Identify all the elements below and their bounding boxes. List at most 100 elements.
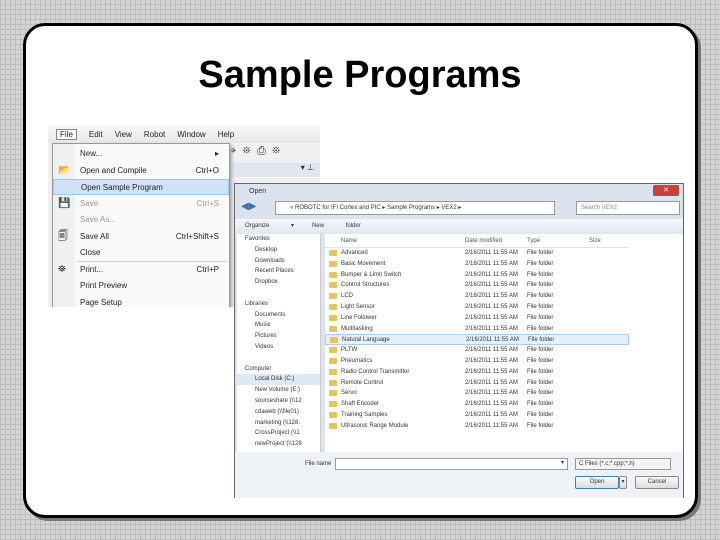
address-bar[interactable]: « ROBOTC for IFI Cortex and PIC ▸ Sample… [275, 201, 555, 215]
column-type[interactable]: Type [527, 234, 540, 248]
nav-item[interactable]: cdaweb (\\file01) [237, 407, 320, 418]
file-name-label: File name [305, 461, 332, 467]
menu-item[interactable]: Open Sample Program [53, 179, 229, 195]
file-name: LCD [341, 293, 354, 300]
file-row[interactable]: LCD 2/16/2011 11:55 AM File folder [325, 291, 629, 302]
file-date: 2/16/2011 11:55 AM [465, 282, 518, 289]
nav-item[interactable]: Pictures [237, 331, 320, 342]
folder-icon [329, 347, 337, 354]
back-forward-buttons[interactable]: ◀▶ [241, 201, 256, 212]
menu-item[interactable]: Page Setup [53, 295, 229, 308]
nav-item[interactable]: Documents [237, 310, 320, 321]
file-date: 2/16/2011 11:55 AM [465, 422, 518, 429]
file-row[interactable]: Basic Movement 2/16/2011 11:55 AM File fol… [325, 259, 629, 270]
file-type: File folder [527, 250, 554, 256]
menu-edit[interactable]: Edit [89, 130, 103, 139]
nav-item[interactable] [237, 353, 320, 364]
close-button[interactable]: ✕ [653, 185, 679, 196]
file-row[interactable]: Servo 2/16/2011 11:55 AM File folder [325, 388, 629, 399]
file-type: File folder [527, 282, 554, 289]
file-row[interactable]: Ultrasonic Range Module 2/16/2011 11:55 A… [325, 421, 629, 432]
menu-file[interactable]: File [56, 128, 77, 140]
dialog-title-bar: Open ✕ [235, 184, 683, 199]
folder-icon [329, 411, 337, 418]
file-date: 2/16/2011 11:55 AM [465, 390, 518, 397]
file-row[interactable]: Radio Control Transmitter 2/16/2011 11:55… [325, 367, 629, 378]
menu-item-shortcut: ▸ [214, 149, 219, 158]
menu-item-icon: 📂 [58, 164, 71, 176]
open-button[interactable]: Open [575, 476, 619, 489]
slide-title: Sample Programs [198, 54, 522, 96]
menu-item[interactable]: Close [53, 245, 229, 261]
menu-item[interactable]: Save As... [53, 212, 229, 228]
file-date: 2/16/2011 11:55 AM [465, 347, 518, 354]
nav-item[interactable]: Computer [237, 364, 320, 375]
column-date-modified[interactable]: Date modified [465, 234, 502, 248]
menu-item[interactable]: ⛯ Print... Ctrl+P [53, 262, 229, 278]
nav-item[interactable]: CrossProject (\\1 [237, 428, 320, 439]
menu-item[interactable]: 💾 Save Ctrl+S [53, 196, 229, 212]
nav-item[interactable]: sourceshare (\\12 [237, 396, 320, 407]
column-size[interactable]: Size [589, 234, 601, 248]
file-name-input[interactable]: ▾ [335, 458, 568, 470]
nav-item[interactable]: Videos [237, 342, 320, 353]
file-date: 2/16/2011 11:55 AM [465, 314, 518, 321]
open-dropdown-button[interactable]: ▾ [619, 476, 627, 489]
nav-item[interactable] [237, 288, 320, 299]
menu-robot[interactable]: Robot [144, 130, 165, 139]
file-name: Bumper & Limit Switch [341, 271, 402, 278]
file-type: File folder [527, 357, 554, 364]
file-row[interactable]: Control Structures 2/16/2011 11:55 AM File… [325, 280, 629, 291]
file-type-select[interactable]: C Files (*.c;*.cpp;*.h) [575, 458, 671, 470]
folder-icon [329, 271, 337, 278]
panel-header: ▾ ⊥ [230, 163, 320, 177]
menu-help[interactable]: Help [218, 130, 234, 139]
file-row[interactable]: Shaft Encoder 2/16/2011 11:55 AM File fold… [325, 399, 629, 410]
search-input[interactable]: Search VEX2 [576, 201, 680, 215]
menu-window[interactable]: Window [177, 130, 205, 139]
menu-item-shortcut: Ctrl+Shift+S [175, 231, 219, 241]
file-date: 2/16/2011 11:55 AM [465, 368, 518, 375]
menu-item-shortcut: Ctrl+S [196, 198, 219, 208]
nav-item[interactable]: marketing (\\128. [237, 418, 320, 429]
column-name[interactable]: Name [341, 234, 357, 248]
menu-item[interactable]: New... ▸ [53, 146, 229, 162]
file-name: Ultrasonic Range Module [341, 422, 409, 429]
file-row[interactable]: Natural Language 2/16/2011 11:55 AM File f… [325, 334, 629, 346]
file-name: Remote Control [341, 379, 384, 386]
file-name: Advanced [341, 250, 368, 256]
new-folder-button[interactable]: New folder [312, 223, 361, 229]
file-row[interactable]: Multitasking 2/16/2011 11:55 AM File folde… [325, 324, 629, 335]
file-row[interactable]: PLTW 2/16/2011 11:55 AM File folder [325, 345, 629, 356]
nav-item[interactable]: Dropbox [237, 277, 320, 288]
nav-item[interactable]: Music [237, 320, 320, 331]
menu-item[interactable]: 📂 Open and Compile Ctrl+O [53, 163, 229, 179]
folder-icon [330, 337, 338, 344]
menu-item[interactable]: 🗐 Save All Ctrl+Shift+S [53, 229, 229, 245]
file-row[interactable]: Line Follower 2/16/2011 11:55 AM File fold… [325, 313, 629, 324]
nav-item[interactable]: New Volume (E:) [237, 385, 320, 396]
folder-icon [329, 314, 337, 321]
file-row[interactable]: Training Samples 2/16/2011 11:55 AM File f… [325, 410, 629, 421]
file-name: PLTW [341, 347, 358, 354]
folder-icon [329, 379, 337, 386]
nav-item[interactable]: Downloads [237, 256, 320, 267]
nav-item[interactable]: Libraries [237, 299, 320, 310]
dialog-title: Open [249, 188, 267, 195]
organize-button[interactable]: Organize ▾ [245, 223, 294, 229]
file-row[interactable]: Pneumatics 2/16/2011 11:55 AM File folder [325, 356, 629, 367]
folder-icon [329, 260, 337, 267]
nav-item[interactable]: Favorites [237, 234, 320, 245]
file-row[interactable]: Advanced 2/16/2011 11:55 AM File folder [325, 248, 629, 259]
menu-item[interactable]: Print Preview [53, 278, 229, 294]
file-row[interactable]: Bumper & Limit Switch 2/16/2011 11:55 AM F… [325, 270, 629, 281]
nav-item[interactable]: newProject (\\128 [237, 439, 320, 450]
menu-item-label: Open and Compile [80, 165, 147, 175]
nav-item[interactable]: Desktop [237, 245, 320, 256]
file-row[interactable]: Light Sensor 2/16/2011 11:55 AM File folde… [325, 302, 629, 313]
file-row[interactable]: Remote Control 2/16/2011 11:55 AM File fol… [325, 378, 629, 389]
cancel-button[interactable]: Cancel [635, 476, 679, 489]
nav-item[interactable]: Recent Places [237, 266, 320, 277]
nav-item[interactable]: Local Disk (C:) [237, 374, 320, 386]
menu-view[interactable]: View [115, 130, 132, 139]
